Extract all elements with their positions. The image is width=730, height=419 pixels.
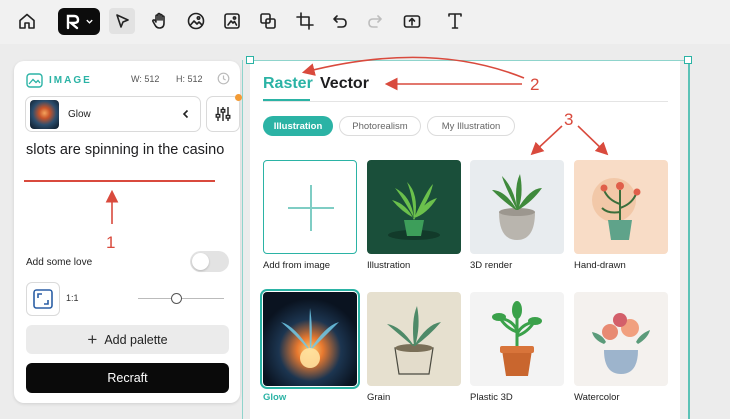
style-card-watercolor[interactable]: Watercolor — [574, 292, 668, 403]
style-name: Glow — [68, 109, 91, 120]
select-cursor-icon[interactable] — [109, 8, 135, 34]
history-clock-icon[interactable] — [217, 72, 230, 85]
width-readout[interactable]: W: 512 — [131, 74, 159, 84]
tab-divider — [263, 101, 668, 102]
image-icon[interactable] — [183, 8, 209, 34]
text-icon[interactable] — [442, 8, 468, 34]
tab-raster[interactable]: Raster — [263, 75, 313, 93]
card-label: 3D render — [470, 260, 513, 271]
chevron-down-icon — [86, 19, 93, 24]
card-label: Glow — [263, 392, 287, 403]
style-card-grain[interactable]: Grain — [367, 292, 461, 403]
style-card-illustration[interactable]: Illustration — [367, 160, 461, 271]
card-label: Watercolor — [574, 392, 620, 403]
aspect-ratio-button[interactable] — [26, 282, 60, 316]
chip-my-illustration[interactable]: My Illustration — [427, 116, 515, 136]
panel-header: IMAGE W: 512 H: 512 — [26, 71, 230, 89]
watercolor-plant-image — [574, 292, 668, 386]
chip-illustration[interactable]: Illustration — [263, 116, 333, 136]
style-picker-panel: Raster Vector Illustration Photorealism … — [250, 61, 680, 419]
card-label: Hand-drawn — [574, 260, 626, 271]
illustration-plant-image — [367, 160, 461, 254]
plastic-3d-plant-image — [470, 292, 564, 386]
add-palette-label: Add palette — [104, 332, 168, 347]
card-label: Add from image — [263, 260, 331, 271]
chip-photorealism[interactable]: Photorealism — [339, 116, 421, 136]
logo-icon — [66, 14, 80, 29]
card-label: Illustration — [367, 260, 411, 271]
aspect-ratio-label: 1:1 — [66, 293, 79, 303]
home-icon[interactable] — [14, 8, 40, 34]
logo-menu-button[interactable] — [58, 8, 100, 35]
style-settings-button[interactable] — [206, 94, 242, 132]
annotation-number-1: 1 — [106, 233, 116, 252]
prompt-text[interactable]: slots are spinning in the casino — [26, 141, 226, 160]
style-selector[interactable]: Glow — [25, 96, 201, 132]
style-thumbnail — [30, 100, 59, 129]
style-card-hand-drawn[interactable]: Hand-drawn — [574, 160, 668, 271]
chevron-left-icon — [182, 109, 189, 119]
card-label: Plastic 3D — [470, 392, 513, 403]
resize-handle[interactable] — [246, 56, 254, 64]
frame-image-icon[interactable] — [219, 8, 245, 34]
aspect-ratio-slider[interactable] — [138, 293, 224, 304]
height-readout[interactable]: H: 512 — [176, 74, 203, 84]
sliders-icon — [215, 107, 231, 121]
3d-render-plant-image — [470, 160, 564, 254]
aspect-ratio-icon — [33, 289, 53, 309]
image-settings-panel: IMAGE W: 512 H: 512 Glow slots are spinn… — [14, 61, 242, 403]
undo-icon[interactable] — [327, 8, 353, 34]
resize-handle[interactable] — [684, 56, 692, 64]
card-label: Grain — [367, 392, 391, 403]
notification-dot — [235, 94, 242, 101]
top-toolbar — [0, 0, 730, 44]
recraft-button[interactable]: Recraft — [26, 363, 229, 393]
add-love-toggle[interactable] — [190, 251, 229, 272]
crop-icon[interactable] — [292, 8, 318, 34]
export-icon[interactable] — [399, 8, 425, 34]
style-card-3d-render[interactable]: 3D render — [470, 160, 564, 271]
tab-vector[interactable]: Vector — [320, 75, 369, 93]
image-type-icon — [26, 72, 43, 88]
hand-icon[interactable] — [146, 8, 172, 34]
annotation-number-2: 2 — [530, 75, 540, 94]
add-image-tile — [263, 160, 357, 254]
hand-drawn-plant-image — [574, 160, 668, 254]
add-palette-button[interactable]: + Add palette — [26, 325, 229, 354]
toggle-knob — [192, 253, 209, 270]
style-card-glow[interactable]: Glow — [260, 289, 360, 403]
style-card-add-from-image[interactable]: Add from image — [263, 160, 357, 271]
grain-plant-image — [367, 292, 461, 386]
canvas-frame-right — [688, 60, 690, 419]
canvas-frame-left — [242, 60, 243, 419]
add-love-label: Add some love — [26, 257, 93, 268]
style-card-plastic-3d[interactable]: Plastic 3D — [470, 292, 564, 403]
plus-icon: + — [87, 330, 98, 349]
annotation-number-3: 3 — [564, 110, 574, 129]
slider-thumb[interactable] — [171, 293, 182, 304]
panel-title: IMAGE — [49, 74, 92, 86]
canvas-frame-top — [249, 60, 686, 61]
glow-plant-image — [260, 289, 360, 389]
layers-icon[interactable] — [255, 8, 281, 34]
redo-icon[interactable] — [362, 8, 388, 34]
